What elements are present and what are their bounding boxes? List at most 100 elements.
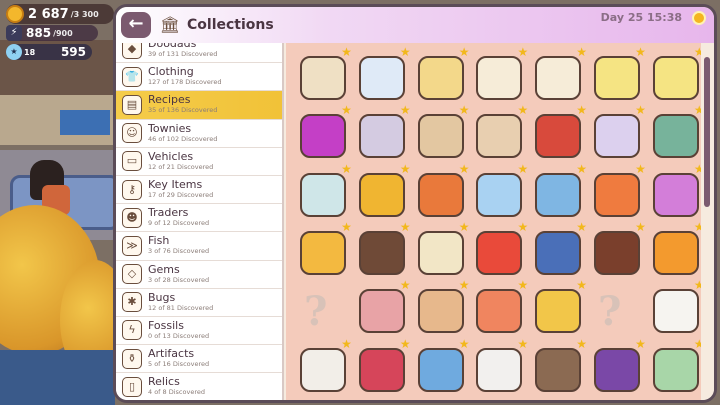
sidebar-item-relics[interactable]: ▯ Relics 4 of 8 Discovered [116, 373, 282, 400]
collection-cell[interactable]: ★ [412, 103, 470, 165]
cheese-round-item [652, 56, 699, 100]
recipes-icon: ▤ [122, 94, 142, 115]
collection-cell[interactable]: ★ [529, 104, 587, 165]
doodads-icon: ◆ [122, 43, 142, 59]
collection-cell[interactable]: ★ [588, 45, 646, 107]
collection-cell[interactable]: ★ [353, 221, 411, 282]
collection-cell[interactable]: ★ [353, 338, 411, 399]
sidebar-item-count: 9 of 12 Discovered [148, 219, 210, 228]
sidebar-item-count: 35 of 136 Discovered [148, 106, 218, 115]
star-icon: ★ [458, 103, 470, 118]
star-icon: ★ [399, 45, 411, 59]
star-icon: ★ [458, 219, 470, 234]
sidebar-item-doodads[interactable]: ◆ Doodads 39 of 131 Discovered [116, 43, 282, 64]
tofu-slab-item [535, 56, 582, 100]
sidebar-item-label: Traders [148, 206, 189, 220]
sidebar-item-artifacts[interactable]: ⚱ Artifacts 5 of 16 Discovered [116, 345, 282, 374]
points-value: 595 [60, 45, 86, 59]
flour-sack-item [417, 114, 464, 159]
spice-sack-item [535, 114, 582, 159]
scrollbar-thumb[interactable] [704, 57, 710, 207]
collection-cell[interactable]: ★ [647, 279, 704, 340]
collection-cell[interactable]: ★ [353, 161, 411, 224]
collection-cell[interactable]: ★ [470, 104, 528, 165]
collection-cell[interactable]: ★ [588, 163, 646, 224]
collection-cell[interactable]: ★ [647, 163, 704, 224]
star-icon: ★ [517, 45, 529, 59]
collection-cell[interactable]: ★ [647, 221, 704, 282]
collection-cell[interactable]: ★ [529, 219, 588, 282]
star-icon: ★ [399, 103, 411, 118]
collection-cell[interactable]: ★ [412, 163, 470, 224]
collection-cell[interactable]: ★ [294, 221, 352, 282]
popsicle-item [594, 172, 640, 217]
collection-cell[interactable]: ★ [529, 279, 587, 340]
collection-cell[interactable]: ★ [647, 46, 704, 107]
collection-cell[interactable]: ★ [294, 104, 352, 165]
collection-cell[interactable]: ★ [588, 338, 646, 399]
coin-value: 2 687 [28, 6, 69, 22]
sidebar-item-traders[interactable]: ☻ Traders 9 of 12 Discovered [116, 204, 282, 233]
sidebar-item-clothing[interactable]: 👕 Clothing 127 of 178 Discovered [116, 63, 282, 92]
collection-cell[interactable]: ★ [412, 45, 470, 107]
collection-cell[interactable]: ★ [412, 219, 470, 282]
sidebar-item-count: 0 of 13 Discovered [148, 331, 210, 340]
cash-bundle-item [652, 347, 699, 392]
level-counter: ★ 18 595 [6, 44, 92, 60]
collection-cell[interactable]: ★ [470, 45, 529, 107]
sidebar-item-label: Fossils [148, 318, 184, 332]
collection-cell[interactable]: ★ [529, 46, 587, 107]
collection-cell[interactable]: ? [294, 282, 352, 340]
collection-cell[interactable]: ★ [647, 338, 704, 399]
sidebar-item-count: 12 of 81 Discovered [148, 303, 214, 312]
grid-scrollbar[interactable] [701, 43, 714, 400]
fabric-stack-item [417, 347, 464, 392]
collection-cell[interactable]: ★ [470, 163, 528, 224]
collection-cell[interactable]: ★ [470, 338, 528, 399]
collection-cell[interactable]: ★ [412, 279, 470, 340]
collection-cell[interactable]: ★ [470, 221, 528, 282]
collection-cell[interactable]: ★ [353, 45, 411, 107]
collection-cell[interactable]: ★ [529, 163, 587, 224]
collection-grid[interactable]: ★ ★ ★ ★ ★ ★ ★ ★ ★ ★ ★ ★ ★ ★ ★ ★ ★ ★ ★ ★ ★ ★ ★ ★ ★ ★ ★ ★? ★ ★ ★ ★? ★ ★ ★ ★ ★ ★… [286, 43, 704, 400]
sidebar-item-fossils[interactable]: ϟ Fossils 0 of 13 Discovered [116, 317, 282, 346]
star-icon: ★ [399, 161, 411, 176]
collection-cell[interactable]: ★ [294, 163, 352, 224]
level-value: 18 [24, 47, 36, 57]
collection-cell[interactable]: ★ [470, 279, 528, 340]
star-icon: ★ [341, 45, 352, 59]
collection-cell[interactable]: ★ [294, 338, 352, 399]
sidebar-item-recipes[interactable]: ▤ Recipes 35 of 136 Discovered [116, 91, 282, 120]
sidebar-item-count: 3 of 28 Discovered [148, 275, 210, 284]
star-icon: ★ [576, 219, 588, 234]
car-icon: ▭ [122, 151, 142, 172]
sidebar-item-key-items[interactable]: ⚷ Key Items 17 of 29 Discovered [116, 176, 282, 205]
collection-cell[interactable]: ★ [647, 104, 704, 165]
sidebar-item-fish[interactable]: ≫ Fish 3 of 76 Discovered [116, 232, 282, 261]
sidebar-item-gems[interactable]: ◇ Gems 3 of 28 Discovered [116, 261, 282, 289]
back-button[interactable]: ← [121, 12, 151, 38]
collection-cell[interactable]: ★ [588, 104, 646, 165]
collection-cell[interactable]: ★ [529, 338, 587, 399]
collection-cell[interactable]: ★ [412, 338, 470, 399]
collection-cell[interactable]: ? [588, 282, 646, 340]
collection-cell[interactable]: ★ [588, 221, 646, 282]
category-sidebar[interactable]: ◆ Doodads 39 of 131 Discovered 👕 Clothing 127… [116, 43, 284, 400]
collection-cell[interactable]: ★ [353, 103, 411, 165]
sidebar-item-bugs[interactable]: ✱ Bugs 12 of 81 Discovered [116, 289, 282, 317]
collection-cell[interactable]: ★ [353, 279, 411, 340]
star-icon: ★ [635, 45, 646, 59]
sidebar-item-vehicles[interactable]: ▭ Vehicles 12 of 21 Discovered [116, 148, 282, 176]
orange-juice-item [652, 230, 699, 275]
sidebar-item-label: Key Items [148, 178, 203, 192]
potion-bottle-item [535, 172, 582, 217]
sidebar-item-label: Vehicles [148, 149, 194, 163]
star-icon: ★ [458, 45, 470, 59]
cotton-candy-item [652, 172, 699, 217]
sidebar-item-townies[interactable]: ☺ Townies 46 of 102 Discovered [116, 120, 282, 148]
honey-jar-item [358, 172, 405, 217]
sidebar-item-count: 3 of 76 Discovered [148, 247, 210, 256]
collection-cell[interactable]: ★ [294, 45, 352, 107]
museum-icon: 🏛 [159, 15, 181, 34]
collections-window: ← 🏛 Collections Day 25 15:38 ◆ Doodads 39 … [113, 4, 717, 403]
